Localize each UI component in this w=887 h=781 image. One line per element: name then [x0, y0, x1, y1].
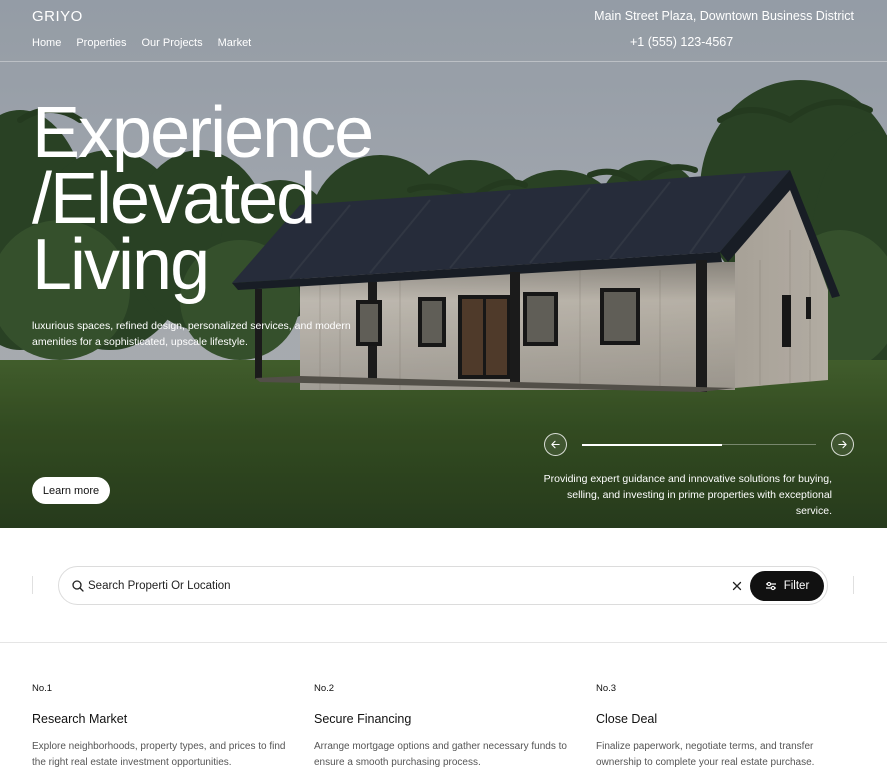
close-icon[interactable]: [730, 579, 744, 593]
hero-section: GRIYO Home Properties Our Projects Marke…: [0, 0, 887, 528]
filter-button[interactable]: Filter: [750, 571, 824, 601]
hero-headline: Experience /Elevated Living: [32, 93, 374, 305]
nav-properties[interactable]: Properties: [76, 37, 126, 49]
step-title: Research Market: [32, 712, 128, 726]
nav-market[interactable]: Market: [218, 37, 252, 49]
filter-label: Filter: [783, 580, 810, 592]
headline-line-1: Experience: [32, 93, 374, 173]
arrow-left-icon: [551, 440, 560, 449]
step-title: Close Deal: [596, 712, 658, 726]
nav-home[interactable]: Home: [32, 37, 61, 49]
learn-more-button[interactable]: Learn more: [32, 477, 110, 504]
search-section: Filter: [0, 528, 887, 643]
step-description: Finalize paperwork, negotiate terms, and…: [596, 741, 815, 768]
search-input[interactable]: [88, 576, 688, 596]
carousel-progress: [582, 443, 816, 446]
carousel-prev-button[interactable]: [544, 433, 567, 456]
carousel-next-button[interactable]: [831, 433, 854, 456]
divider-right: [853, 576, 854, 594]
headline-line-2: /Elevated: [32, 159, 316, 239]
hero-description: Providing expert guidance and innovative…: [543, 473, 832, 517]
search-bar: Filter: [58, 566, 828, 605]
step-description: Arrange mortgage options and gather nece…: [314, 741, 567, 768]
step-number: No.2: [314, 683, 335, 694]
headline-line-3: Living: [32, 225, 210, 305]
step-number: No.3: [596, 683, 617, 694]
search-icon: [72, 580, 84, 592]
main-nav: Home Properties Our Projects Market: [32, 37, 251, 49]
header-address: Main Street Plaza, Downtown Business Dis…: [594, 9, 854, 23]
divider-left: [32, 576, 33, 594]
arrow-right-icon: [838, 440, 847, 449]
header-phone[interactable]: +1 (555) 123-4567: [630, 35, 733, 49]
brand-logo[interactable]: GRIYO: [32, 8, 83, 25]
filter-icon: [765, 581, 776, 591]
nav-our-projects[interactable]: Our Projects: [141, 37, 202, 49]
steps-section: No.1 Research Market Explore neighborhoo…: [0, 643, 887, 781]
step-description: Explore neighborhoods, property types, a…: [32, 741, 286, 768]
step-number: No.1: [32, 683, 53, 694]
step-title: Secure Financing: [314, 712, 412, 726]
carousel-progress-fill: [582, 443, 723, 446]
hero-tagline: luxurious spaces, refined design, person…: [32, 320, 351, 348]
